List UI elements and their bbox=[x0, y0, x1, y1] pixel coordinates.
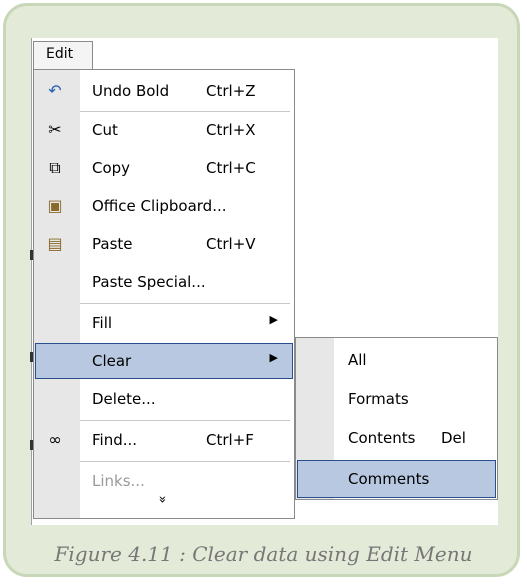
menu-item-label: Delete... bbox=[92, 390, 156, 408]
menu-separator bbox=[80, 111, 290, 112]
menu-item-fill[interactable]: Fill ▶ bbox=[36, 306, 292, 340]
scissors-icon: ✂ bbox=[48, 120, 62, 139]
menu-item-office-clipboard[interactable]: ▣ Office Clipboard... bbox=[36, 189, 292, 223]
menu-item-clear[interactable]: Clear ▶ bbox=[35, 343, 293, 379]
submenu-item-comments[interactable]: Comments bbox=[297, 460, 496, 498]
menu-item-shortcut: Ctrl+V bbox=[206, 235, 256, 253]
submenu-arrow-icon: ▶ bbox=[269, 313, 278, 326]
paste-icon: ▤ bbox=[47, 234, 63, 253]
submenu-item-label: All bbox=[348, 351, 367, 369]
submenu-item-label: Formats bbox=[348, 390, 409, 408]
menu-item-label: Paste Special... bbox=[92, 273, 206, 291]
clipboard-icon: ▣ bbox=[47, 196, 63, 215]
menu-item-label: Links... bbox=[92, 472, 145, 490]
menu-expand-button[interactable]: » bbox=[36, 490, 292, 514]
copy-icon: ⧉ bbox=[49, 158, 61, 177]
menu-item-label: Copy bbox=[92, 159, 131, 177]
menu-item-label: Fill bbox=[92, 314, 113, 332]
figure-caption: Figure 4.11 : Clear data using Edit Menu bbox=[54, 542, 473, 566]
binoculars-icon: ∞ bbox=[48, 430, 62, 449]
menu-item-label: Cut bbox=[92, 121, 118, 139]
submenu-item-contents[interactable]: Contents Del bbox=[298, 420, 495, 456]
menu-item-label: Office Clipboard... bbox=[92, 197, 227, 215]
menu-separator bbox=[80, 420, 290, 421]
submenu-item-label: Comments bbox=[348, 470, 430, 488]
menu-separator bbox=[80, 461, 290, 462]
chevron-double-down-icon: » bbox=[154, 495, 170, 504]
menu-item-shortcut: Ctrl+X bbox=[206, 121, 256, 139]
menu-item-shortcut: Ctrl+C bbox=[206, 159, 256, 177]
submenu-item-label: Contents bbox=[348, 429, 416, 447]
menu-item-shortcut: Ctrl+Z bbox=[206, 82, 256, 100]
menu-item-delete[interactable]: Delete... bbox=[36, 382, 292, 416]
menu-item-find[interactable]: ∞ Find... Ctrl+F bbox=[36, 423, 292, 457]
submenu-arrow-icon: ▶ bbox=[269, 351, 278, 364]
menu-item-label: Find... bbox=[92, 431, 138, 449]
submenu-item-shortcut: Del bbox=[441, 429, 466, 447]
menu-edit-label: Edit bbox=[46, 46, 74, 62]
menu-item-label: Paste bbox=[92, 235, 133, 253]
menu-edit[interactable]: Edit bbox=[33, 41, 93, 69]
menu-item-copy[interactable]: ⧉ Copy Ctrl+C bbox=[36, 151, 292, 185]
undo-icon: ↶ bbox=[48, 81, 62, 100]
menu-item-paste[interactable]: ▤ Paste Ctrl+V bbox=[36, 227, 292, 261]
menu-item-cut[interactable]: ✂ Cut Ctrl+X bbox=[36, 113, 292, 147]
edit-menu: ↶ Undo Bold Ctrl+Z ✂ Cut Ctrl+X ⧉ Copy C… bbox=[33, 69, 295, 519]
menu-separator bbox=[80, 303, 290, 304]
menu-item-undo[interactable]: ↶ Undo Bold Ctrl+Z bbox=[36, 74, 292, 108]
menu-item-label: Undo Bold bbox=[92, 82, 170, 100]
menu-item-label: Clear bbox=[92, 352, 132, 370]
submenu-item-all[interactable]: All bbox=[298, 342, 495, 378]
menu-item-paste-special[interactable]: Paste Special... bbox=[36, 265, 292, 299]
submenu-item-formats[interactable]: Formats bbox=[298, 381, 495, 417]
clear-submenu: All Formats Contents Del Comments bbox=[295, 337, 498, 500]
menu-item-shortcut: Ctrl+F bbox=[206, 431, 254, 449]
